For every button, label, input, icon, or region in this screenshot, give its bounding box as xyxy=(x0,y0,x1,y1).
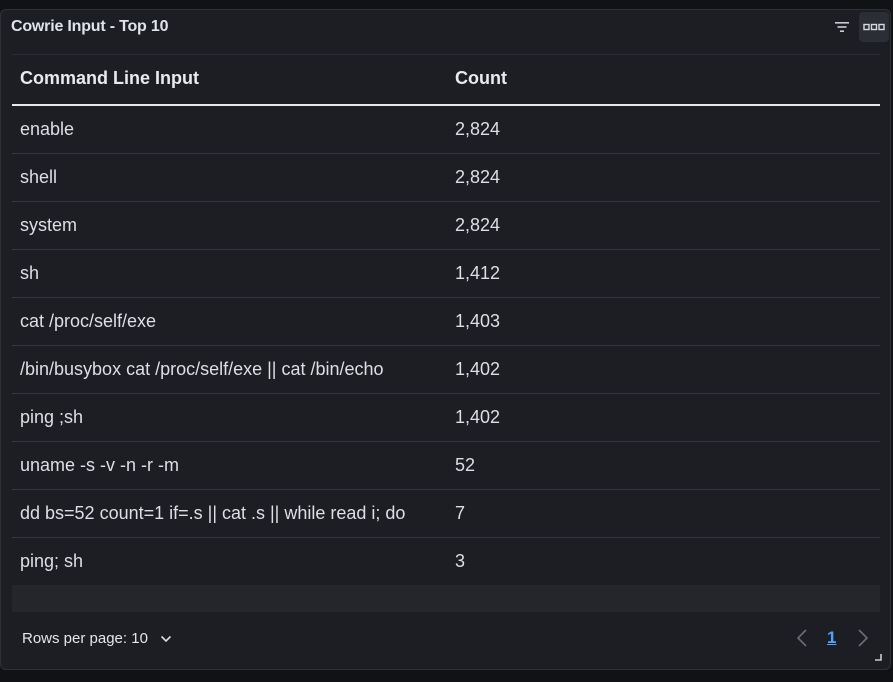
cell-count: 52 xyxy=(455,455,476,475)
filter-icon[interactable] xyxy=(834,20,850,34)
cell-count: 1,412 xyxy=(455,263,501,283)
table-row[interactable]: uname -s -v -n -r -m 52 xyxy=(12,442,880,490)
table-empty-space xyxy=(12,585,880,612)
table-footer: Rows per page: 10 1 xyxy=(1,612,890,669)
data-table-panel: Cowrie Input - Top 10 Command Line Input… xyxy=(0,9,891,670)
cell-command: ping ;sh xyxy=(20,407,84,427)
column-header-count[interactable]: Count xyxy=(455,68,507,89)
cell-command: system xyxy=(20,215,78,235)
cell-count: 1,402 xyxy=(455,359,501,379)
table-row[interactable]: shell 2,824 xyxy=(12,154,880,202)
panel-header: Cowrie Input - Top 10 xyxy=(1,10,890,44)
column-header-command[interactable]: Command Line Input xyxy=(20,68,199,89)
cell-count: 2,824 xyxy=(455,119,501,139)
cell-command: /bin/busybox cat /proc/self/exe || cat /… xyxy=(20,359,384,379)
chevron-right-icon[interactable] xyxy=(856,627,870,649)
cell-count: 3 xyxy=(455,551,466,571)
rows-per-page-label: Rows per page: 10 xyxy=(22,630,148,647)
cell-count: 1,403 xyxy=(455,311,501,331)
panel-title: Cowrie Input - Top 10 xyxy=(11,18,169,35)
chevron-left-icon[interactable] xyxy=(795,627,809,649)
cell-command: dd bs=52 count=1 if=.s || cat .s || whil… xyxy=(20,503,406,523)
cell-count: 2,824 xyxy=(455,215,501,235)
table-row[interactable]: ping ;sh 1,402 xyxy=(12,394,880,442)
rows-per-page-selector[interactable]: Rows per page: 10 xyxy=(22,630,172,647)
table-row[interactable]: enable 2,824 xyxy=(12,106,880,154)
table-header-row: Command Line Input Count xyxy=(12,54,880,106)
table-row[interactable]: dd bs=52 count=1 if=.s || cat .s || whil… xyxy=(12,490,880,538)
cell-command: sh xyxy=(20,263,40,283)
cell-command: uname -s -v -n -r -m xyxy=(20,455,180,475)
table-row[interactable]: system 2,824 xyxy=(12,202,880,250)
table-row[interactable]: cat /proc/self/exe 1,403 xyxy=(12,298,880,346)
page-number-current[interactable]: 1 xyxy=(827,628,836,648)
cell-command: ping; sh xyxy=(20,551,84,571)
cell-command: shell xyxy=(20,167,58,187)
command-table: Command Line Input Count enable 2,824 shel… xyxy=(12,54,880,586)
table-row[interactable]: /bin/busybox cat /proc/self/exe || cat /… xyxy=(12,346,880,394)
chevron-down-icon xyxy=(160,635,171,642)
cell-count: 2,824 xyxy=(455,167,501,187)
more-options-icon[interactable] xyxy=(859,12,889,42)
resize-handle-icon[interactable] xyxy=(874,653,882,661)
table-row[interactable]: ping; sh 3 xyxy=(12,538,880,586)
cell-command: enable xyxy=(20,119,75,139)
table-row[interactable]: sh 1,412 xyxy=(12,250,880,298)
cell-count: 7 xyxy=(455,503,466,523)
cell-command: cat /proc/self/exe xyxy=(20,311,157,331)
table-body: enable 2,824 shell 2,824 system 2,824 sh 1,412 c… xyxy=(12,106,880,586)
cell-count: 1,402 xyxy=(455,407,501,427)
